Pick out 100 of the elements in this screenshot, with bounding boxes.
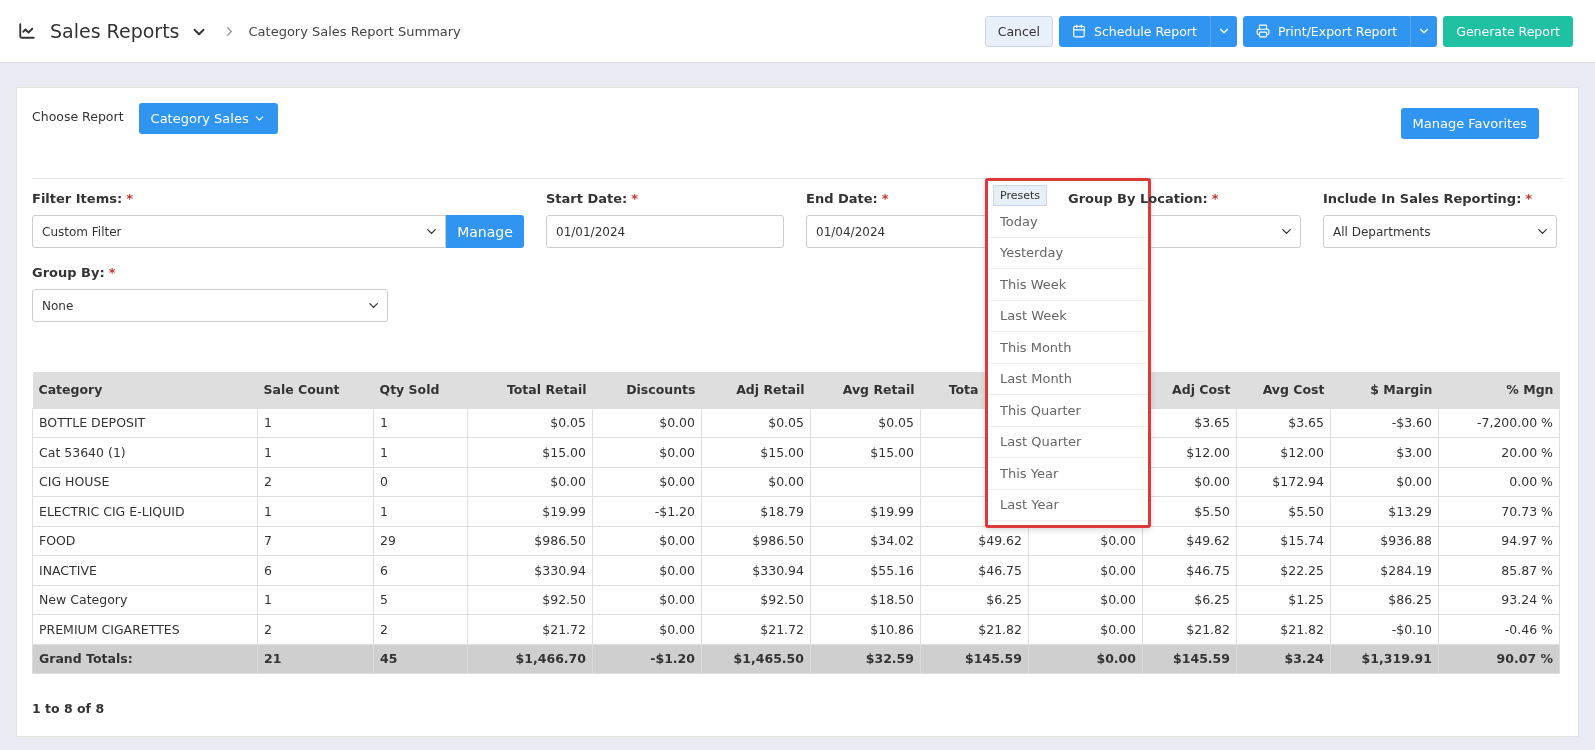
table-cell: $21.82 xyxy=(920,614,1029,644)
table-cell: $0.00 xyxy=(1028,585,1143,615)
field-label: Group By: * xyxy=(32,265,116,282)
table-cell: $0.05 xyxy=(467,408,593,438)
column-header: Avg Cost xyxy=(1236,372,1331,408)
table-cell: 6 xyxy=(257,555,374,585)
table-cell: $172.94 xyxy=(1236,467,1331,497)
table-cell: 1 xyxy=(373,408,468,438)
preset-option[interactable]: Last Week xyxy=(988,300,1148,332)
table-cell: 2 xyxy=(257,614,374,644)
print-export-button[interactable]: Print/Export Report xyxy=(1242,15,1411,47)
table-cell: 2 xyxy=(257,467,374,497)
table-cell: -7,200.00 % xyxy=(1438,408,1560,438)
table-cell: 0.00 % xyxy=(1438,467,1560,497)
cancel-button[interactable]: Cancel xyxy=(984,15,1054,47)
preset-option[interactable]: This Quarter xyxy=(988,395,1148,427)
table-cell: $0.05 xyxy=(701,408,811,438)
preset-option[interactable]: This Month xyxy=(988,332,1148,364)
table-cell: $21.82 xyxy=(1236,614,1331,644)
table-cell: $330.94 xyxy=(467,555,593,585)
table-cell: BOTTLE DEPOSIT xyxy=(32,408,258,438)
field-label: Include In Sales Reporting: * xyxy=(1323,191,1533,208)
total-cell: $1,466.70 xyxy=(467,644,593,674)
table-cell: $0.00 xyxy=(701,467,811,497)
table-cell: $21.72 xyxy=(467,614,593,644)
page-title: Sales Reports xyxy=(50,20,180,42)
table-cell: 70.73 % xyxy=(1438,496,1560,526)
table-cell: 1 xyxy=(257,496,374,526)
column-header: Qty Sold xyxy=(373,372,468,408)
table-cell: $284.19 xyxy=(1330,555,1439,585)
table-cell: $18.50 xyxy=(810,585,921,615)
total-cell: 90.07 % xyxy=(1438,644,1560,674)
table-cell: $0.00 xyxy=(592,614,702,644)
table-cell: $936.88 xyxy=(1330,526,1439,556)
table-cell: $15.74 xyxy=(1236,526,1331,556)
total-cell: $32.59 xyxy=(810,644,921,674)
table-cell: 20.00 % xyxy=(1438,437,1560,467)
choose-report-label: Choose Report xyxy=(32,109,124,124)
table-cell: ELECTRIC CIG E-LIQUID xyxy=(32,496,258,526)
table-cell: 1 xyxy=(373,437,468,467)
pagination-text: 1 to 8 of 8 xyxy=(32,701,106,716)
export-dropdown-button[interactable] xyxy=(1410,15,1438,47)
column-header: Category xyxy=(32,372,258,408)
select-field[interactable]: None xyxy=(32,289,388,322)
table-cell: $0.00 xyxy=(1330,467,1439,497)
select-field[interactable]: All Departments xyxy=(1323,215,1557,248)
table-cell: $46.75 xyxy=(1142,555,1237,585)
table-cell: $21.72 xyxy=(701,614,811,644)
printer-icon xyxy=(1255,24,1270,38)
table-cell: $6.25 xyxy=(1142,585,1237,615)
preset-option[interactable]: Last Month xyxy=(988,363,1148,395)
table-cell: 0 xyxy=(373,467,468,497)
total-cell: $145.59 xyxy=(920,644,1029,674)
table-cell: $22.25 xyxy=(1236,555,1331,585)
filter-select[interactable]: Custom Filter xyxy=(32,215,446,248)
preset-option[interactable]: Today xyxy=(988,206,1148,238)
schedule-report-button[interactable]: Schedule Report xyxy=(1059,15,1210,47)
table-cell: 1 xyxy=(257,437,374,467)
table-cell: $86.25 xyxy=(1330,585,1439,615)
total-cell: 21 xyxy=(257,644,374,674)
field-label: End Date: * xyxy=(806,191,889,208)
table-cell: 93.24 % xyxy=(1438,585,1560,615)
total-cell: $1,319.91 xyxy=(1330,644,1439,674)
total-cell: $1,465.50 xyxy=(701,644,811,674)
category-sales-dropdown[interactable]: Category Sales xyxy=(138,103,278,134)
table-cell: $1.25 xyxy=(1236,585,1331,615)
table-cell: $0.00 xyxy=(1028,614,1143,644)
preset-option[interactable]: Last Year xyxy=(988,489,1148,521)
table-cell: $34.02 xyxy=(810,526,921,556)
table-cell: $92.50 xyxy=(701,585,811,615)
manage-favorites-button[interactable]: Manage Favorites xyxy=(1400,108,1539,139)
table-cell: $6.25 xyxy=(920,585,1029,615)
table-cell: $3.65 xyxy=(1236,408,1331,438)
table-cell: $0.00 xyxy=(592,437,702,467)
schedule-dropdown-button[interactable] xyxy=(1209,15,1237,47)
manage-button[interactable]: Manage xyxy=(446,215,524,248)
table-cell: $15.00 xyxy=(810,437,921,467)
preset-option[interactable]: This Week xyxy=(988,269,1148,301)
table-cell: INACTIVE xyxy=(32,555,258,585)
table-cell: $3.00 xyxy=(1330,437,1439,467)
table-cell: $19.99 xyxy=(467,496,593,526)
preset-option[interactable]: Yesterday xyxy=(988,237,1148,269)
preset-option[interactable]: This Year xyxy=(988,458,1148,490)
presets-tag: Presets xyxy=(993,185,1048,206)
field-label: Start Date: * xyxy=(546,191,639,208)
column-header: Adj Retail xyxy=(701,372,811,408)
preset-option[interactable]: Last Quarter xyxy=(988,426,1148,458)
column-header: Discounts xyxy=(592,372,702,408)
table-cell: $986.50 xyxy=(701,526,811,556)
table-cell: $55.16 xyxy=(810,555,921,585)
table-cell: $0.00 xyxy=(592,555,702,585)
table-cell: $0.05 xyxy=(810,408,921,438)
table-cell: $330.94 xyxy=(701,555,811,585)
date-field[interactable]: 01/01/2024 xyxy=(546,215,784,248)
table-cell: -$1.20 xyxy=(592,496,702,526)
total-cell: $3.24 xyxy=(1236,644,1331,674)
table-cell: $15.00 xyxy=(467,437,593,467)
table-cell: $19.99 xyxy=(810,496,921,526)
table-cell: 94.97 % xyxy=(1438,526,1560,556)
table-cell: $0.00 xyxy=(592,526,702,556)
